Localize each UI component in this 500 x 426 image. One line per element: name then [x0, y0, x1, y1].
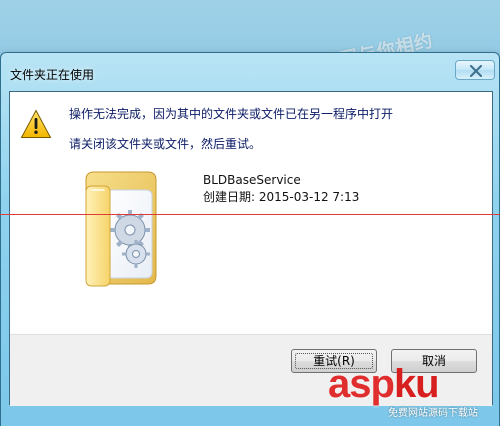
folder-gears-icon: [76, 162, 166, 290]
dialog-client-area: 操作无法完成，因为其中的文件夹或文件已在另一程序中打开 请关闭该文件夹或文件，然…: [9, 91, 493, 406]
instruction-text: 请关闭该文件夹或文件，然后重试。: [69, 137, 262, 151]
item-created-date: 创建日期: 2015-03-12 7:13: [203, 190, 360, 204]
watermark-subtitle: 免费网站源码下载站: [388, 408, 478, 419]
dialog-content: 操作无法完成，因为其中的文件夹或文件已在另一程序中打开 请关闭该文件夹或文件，然…: [10, 92, 492, 334]
close-icon: [470, 65, 482, 77]
watermark-logo-text: aspku: [328, 362, 440, 407]
close-button[interactable]: [455, 60, 495, 80]
watermark-asp: asp: [328, 362, 395, 406]
window-title: 文件夹正在使用: [10, 68, 95, 82]
watermark-bottom: aspku 免费网站源码下载站: [328, 362, 498, 424]
title-bar[interactable]: 文件夹正在使用: [1, 53, 499, 93]
watermark-ku: ku: [393, 362, 440, 406]
error-message: 操作无法完成，因为其中的文件夹或文件已在另一程序中打开: [69, 107, 394, 121]
item-name: BLDBaseService: [203, 173, 301, 187]
warning-icon: [20, 109, 52, 139]
red-line: [0, 214, 500, 215]
